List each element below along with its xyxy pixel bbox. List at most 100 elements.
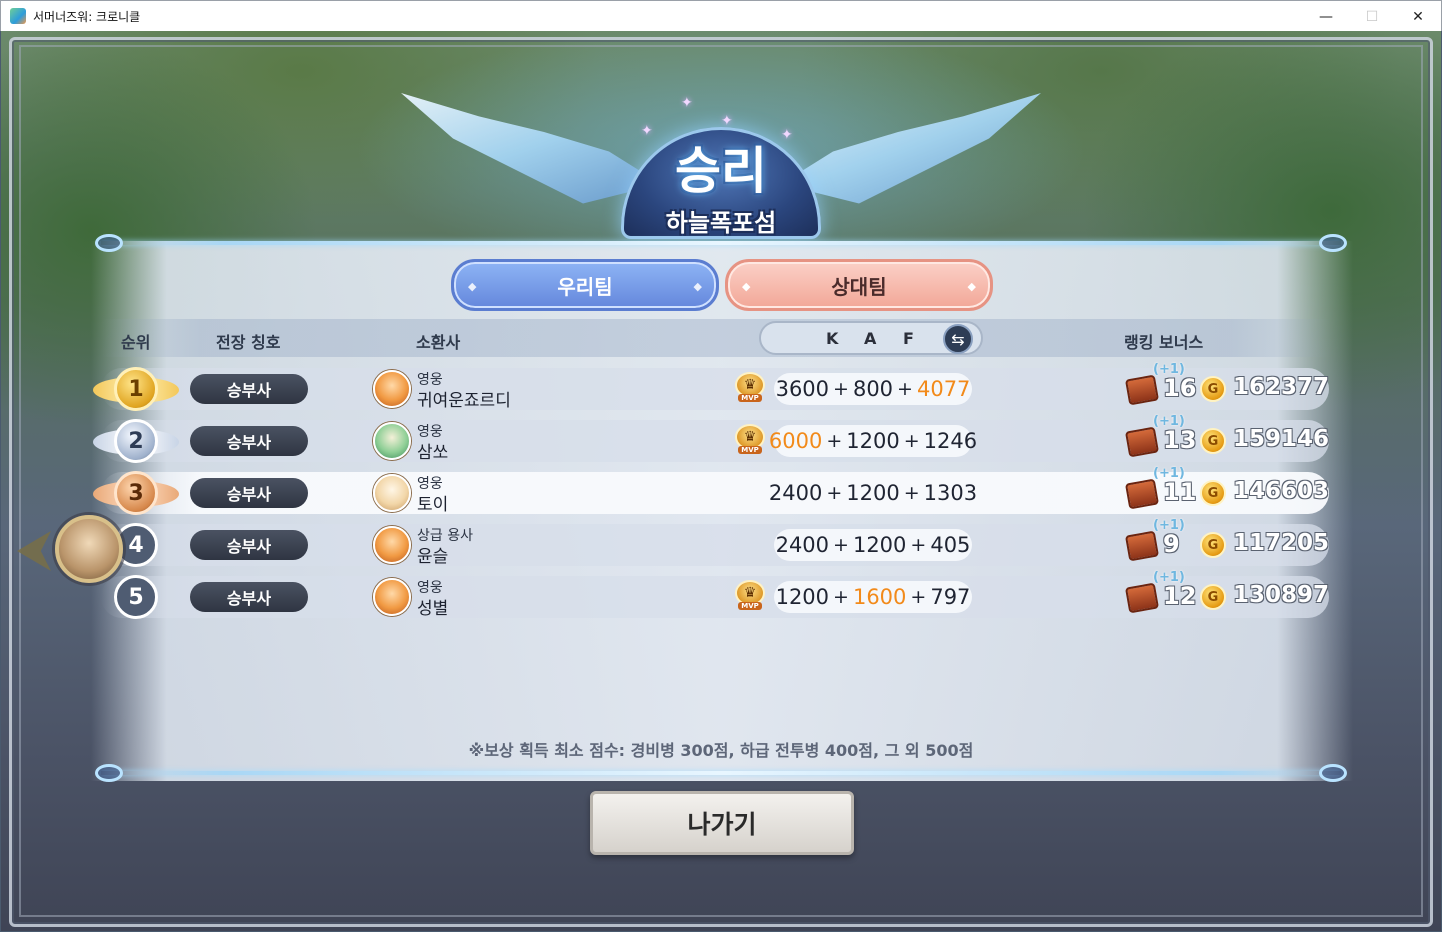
battlefield-title-badge: 승부사 [190, 426, 308, 456]
minimize-button[interactable]: — [1303, 1, 1349, 32]
score-a: 1200 [846, 481, 900, 505]
game-viewport: ✦ ✦ ✦ ✦ 승리 하늘폭포섬 ◆ 우리팀 ◆ ◆ 상대팀 ◆ 순위 전장 칭… [1, 31, 1441, 931]
battlefield-title-badge: 승부사 [190, 530, 308, 560]
tab-our-team[interactable]: ◆ 우리팀 ◆ [451, 259, 719, 311]
mvp-label: MVP [738, 446, 762, 454]
gold-coin-icon: G [1200, 376, 1226, 402]
summoner-avatar[interactable] [373, 474, 411, 512]
mvp-badge: ♛ MVP [735, 372, 765, 406]
app-icon [10, 8, 26, 24]
exit-button[interactable]: 나가기 [590, 791, 854, 855]
panel-bottom-line [95, 764, 1347, 782]
line-ornament-icon [95, 234, 123, 252]
score-k: 6000 [768, 429, 823, 453]
header-summoner: 소환사 [416, 333, 461, 352]
plus-sign: + [833, 378, 849, 400]
score-k: 2400 [768, 481, 823, 505]
player-portrait [55, 515, 123, 583]
mvp-label: MVP [738, 394, 762, 402]
diamond-icon: ◆ [967, 280, 976, 293]
chest-icon [1124, 426, 1160, 458]
plus-sign: + [903, 482, 920, 504]
plus-sign: + [910, 534, 927, 556]
tab-their-team-label: 상대팀 [831, 274, 887, 299]
summoner-avatar[interactable] [373, 422, 411, 460]
gold-reward-value: 159146 [1233, 426, 1330, 452]
ranking-bonus-value: 13 [1163, 426, 1197, 454]
gold-coin-icon: G [1200, 428, 1226, 454]
ranking-bonus-value: 9 [1163, 530, 1180, 558]
battlefield-title-badge: 승부사 [190, 374, 308, 404]
plus-sign: + [833, 534, 849, 556]
diamond-icon: ◆ [468, 280, 477, 293]
plus-sign: + [833, 586, 849, 608]
ranking-bonus-value: 12 [1163, 582, 1197, 610]
score-f: 4077 [916, 377, 971, 401]
tab-their-team[interactable]: ◆ 상대팀 ◆ [725, 259, 993, 311]
rank-medal: 3 [114, 471, 158, 515]
window-titlebar: 서머너즈워: 크로니클 — ☐ ✕ [0, 0, 1442, 31]
gold-coin-icon: G [1200, 480, 1226, 506]
gold-reward-value: 162377 [1233, 374, 1330, 400]
swap-icon: ⇆ [951, 329, 965, 349]
reward-footnote: ※보상 획득 최소 점수: 경비병 300점, 하급 전투병 400점, 그 외… [468, 741, 974, 760]
gold-reward-value: 146603 [1233, 478, 1330, 504]
score-f: 797 [930, 585, 971, 609]
rank-medal: 5 [114, 575, 158, 619]
gold-reward-value: 117205 [1233, 530, 1330, 556]
line-ornament-icon [1319, 234, 1347, 252]
battlefield-title-badge: 승부사 [190, 582, 308, 612]
header-rank: 순위 [121, 333, 151, 352]
gold-coin-icon: G [1200, 532, 1226, 558]
score-k: 3600 [775, 377, 830, 401]
summoner-name: 귀여운죠르디 [417, 391, 511, 411]
kaf-score: 3600 +800 +4077 [774, 373, 972, 405]
score-a: 1600 [852, 585, 907, 609]
mvp-badge: ♛ MVP [735, 580, 765, 614]
plus-sign: + [910, 586, 927, 608]
line-ornament-icon [95, 764, 123, 782]
tab-our-team-label: 우리팀 [557, 274, 613, 299]
score-k: 2400 [775, 533, 830, 557]
sparkle-icon: ✦ [681, 95, 693, 111]
plus-sign: + [903, 430, 920, 452]
gold-coin-icon: G [1200, 584, 1226, 610]
header-f: F [903, 329, 914, 348]
gold-reward-value: 130897 [1233, 582, 1330, 608]
summoner-avatar[interactable] [373, 578, 411, 616]
result-title: 승리 [675, 142, 767, 200]
summoner-avatar[interactable] [373, 526, 411, 564]
kaf-score: 6000 +1200 +1246 [769, 425, 977, 457]
chest-icon [1124, 374, 1160, 406]
header-title: 전장 칭호 [216, 333, 281, 352]
kaf-score: 2400 +1200 +405 [774, 529, 972, 561]
plus-sign: + [826, 482, 843, 504]
panel-top-line [95, 234, 1347, 252]
swap-view-button[interactable]: ⇆ [943, 324, 973, 354]
summoner-avatar[interactable] [373, 370, 411, 408]
sparkle-icon: ✦ [721, 113, 733, 129]
score-f: 405 [930, 533, 971, 557]
window-controls: — ☐ ✕ [1303, 1, 1441, 32]
chest-icon [1124, 530, 1160, 562]
plus-sign: + [897, 378, 913, 400]
plus-sign: + [826, 430, 843, 452]
summoner-name: 윤슬 [417, 547, 449, 567]
score-a: 1200 [846, 429, 900, 453]
maximize-button: ☐ [1365, 8, 1379, 25]
score-k: 1200 [775, 585, 830, 609]
score-f: 1246 [923, 429, 978, 453]
window-title: 서머너즈워: 크로니클 [33, 9, 141, 24]
chest-icon [1124, 582, 1160, 614]
kaf-score: 1200 +1600 +797 [774, 581, 972, 613]
rank-medal: 1 [114, 367, 158, 411]
kaf-score: 2400 +1200 +1303 [769, 477, 977, 509]
summoner-name: 토이 [417, 495, 449, 515]
diamond-icon: ◆ [693, 280, 702, 293]
battlefield-title-badge: 승부사 [190, 478, 308, 508]
header-a: A [864, 329, 877, 348]
header-k: K [826, 329, 839, 348]
rank-medal: 2 [114, 419, 158, 463]
chest-icon [1124, 478, 1160, 510]
close-button[interactable]: ✕ [1395, 1, 1441, 32]
